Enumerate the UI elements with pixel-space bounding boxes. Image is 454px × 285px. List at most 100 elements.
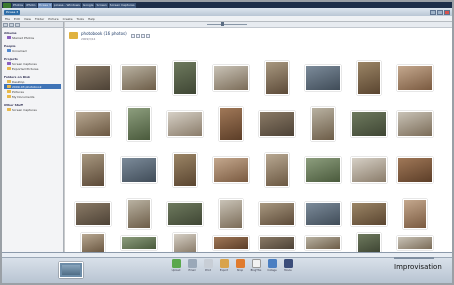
photo-thumbnail[interactable] — [81, 233, 105, 253]
photo-thumbnail[interactable] — [219, 107, 243, 141]
minimize-button[interactable] — [430, 9, 436, 15]
folder-icon — [69, 32, 78, 39]
photo-thumbnail[interactable] — [259, 236, 295, 250]
folder-row[interactable]: My Documents — [4, 94, 61, 99]
folder-row[interactable]: Starred Photos — [4, 35, 61, 40]
photo-thumbnail[interactable] — [397, 65, 433, 91]
photo-thumbnail[interactable] — [219, 199, 243, 229]
photo-thumbnail[interactable] — [127, 199, 151, 229]
close-button[interactable] — [444, 9, 450, 15]
menu-folder[interactable]: Folder — [35, 17, 44, 21]
taskbar-item[interactable]: iPhoto — [25, 2, 37, 8]
photo-thumbnail[interactable] — [173, 233, 197, 253]
start-button[interactable] — [3, 2, 11, 8]
email-icon — [187, 259, 197, 268]
add-button[interactable] — [3, 22, 8, 27]
export-tool[interactable]: Export — [218, 259, 230, 277]
photo-thumbnail[interactable] — [305, 157, 341, 183]
photo-thumbnail[interactable] — [173, 153, 197, 187]
menu-edit[interactable]: Edit — [14, 17, 20, 21]
upload-tool[interactable]: Upload — [170, 259, 182, 277]
photo-thumbnail[interactable] — [213, 157, 249, 183]
tree-view-button[interactable] — [9, 22, 14, 27]
blog-tool[interactable]: BlogThis — [250, 259, 262, 277]
photo-thumbnail[interactable] — [265, 153, 289, 187]
folder-row[interactable]: Exported Pictures — [4, 66, 61, 71]
taskbar-item[interactable]: Screen — [95, 2, 108, 8]
photo-thumbnail[interactable] — [403, 199, 427, 229]
photo-thumbnail[interactable] — [213, 65, 249, 91]
photo-thumbnail[interactable] — [397, 236, 433, 250]
photo-thumbnail[interactable] — [305, 236, 341, 250]
shop-tool[interactable]: Shop — [234, 259, 246, 277]
thumbnail-size-slider[interactable] — [207, 22, 247, 27]
photo-thumbnail[interactable] — [305, 65, 341, 91]
folder-header: photobook (16 photos) 2009/3/14 — [65, 28, 452, 43]
photo-thumbnail[interactable] — [351, 202, 387, 226]
photo-thumbnail[interactable] — [305, 202, 341, 226]
photo-thumbnail[interactable] — [75, 65, 111, 91]
share-button[interactable] — [135, 33, 140, 38]
folder-icon — [7, 67, 11, 70]
email-tool[interactable]: Email — [186, 259, 198, 277]
photo-thumbnail[interactable] — [397, 157, 433, 183]
folder-row[interactable]: Unnamed — [4, 48, 61, 53]
play-slideshow-button[interactable] — [130, 33, 135, 38]
folder-icon — [7, 108, 11, 111]
panel-section-projects: Projects Screen Captures Exported Pictur… — [2, 54, 63, 72]
panel-section-albums: Albums Starred Photos — [2, 28, 63, 41]
taskbar-item-active[interactable]: Picasa 3 — [37, 2, 52, 8]
photo-thumbnail[interactable] — [351, 157, 387, 183]
folder-title: photobook (16 photos) — [81, 30, 127, 36]
photo-thumbnail[interactable] — [75, 202, 111, 226]
taskbar-item[interactable]: Google — [81, 2, 95, 8]
menu-help[interactable]: Help — [88, 17, 95, 21]
menu-picture[interactable]: Picture — [48, 17, 58, 21]
zoom-slider[interactable] — [394, 257, 434, 259]
slider-knob[interactable] — [221, 22, 224, 27]
photo-thumbnail[interactable] — [357, 233, 381, 253]
folder-icon — [7, 85, 11, 88]
edit-description-button[interactable] — [145, 33, 150, 38]
photo-thumbnail[interactable] — [121, 65, 157, 91]
caption-text: Improvisation — [394, 263, 442, 271]
folder-icon — [7, 62, 11, 65]
upload-button[interactable] — [140, 33, 145, 38]
person-icon — [7, 49, 11, 52]
photo-thumbnail[interactable] — [121, 157, 157, 183]
photo-thumbnail[interactable] — [259, 111, 295, 137]
maximize-button[interactable] — [437, 9, 443, 15]
photo-thumbnail[interactable] — [397, 111, 433, 137]
photo-thumbnail[interactable] — [167, 111, 203, 137]
photo-thumbnail[interactable] — [167, 202, 203, 226]
movie-tool[interactable]: Movie — [282, 259, 294, 277]
photo-thumbnail[interactable] — [259, 202, 295, 226]
photo-thumbnail[interactable] — [75, 111, 111, 137]
folder-icon — [7, 80, 11, 83]
photo-thumbnail[interactable] — [265, 61, 289, 95]
photo-thumbnail[interactable] — [173, 61, 197, 95]
folder-label: Exported Pictures — [12, 66, 39, 71]
photo-thumbnail[interactable] — [127, 107, 151, 141]
print-tool[interactable]: Print — [202, 259, 214, 277]
photo-thumbnail[interactable] — [357, 61, 381, 95]
menu-view[interactable]: View — [24, 17, 31, 21]
photo-thumbnail[interactable] — [311, 107, 335, 141]
collage-tool[interactable]: Collage — [266, 259, 278, 277]
menu-create[interactable]: Create — [63, 17, 73, 21]
folder-icon — [7, 90, 11, 93]
taskbar-item[interactable]: picasa - Windows — [52, 2, 81, 8]
photo-thumbnail[interactable] — [351, 111, 387, 137]
menu-file[interactable]: File — [5, 17, 10, 21]
flat-view-button[interactable] — [15, 22, 20, 27]
folder-row[interactable]: Screen Captures — [4, 107, 61, 112]
selected-photo-thumbnail[interactable] — [59, 262, 83, 278]
blog-icon — [251, 259, 261, 268]
taskbar-item[interactable]: Photos — [12, 2, 25, 8]
tool-label: Movie — [284, 269, 292, 272]
menu-tools[interactable]: Tools — [77, 17, 84, 21]
photo-thumbnail[interactable] — [213, 236, 249, 250]
photo-thumbnail[interactable] — [121, 236, 157, 250]
taskbar-item[interactable]: Screen Captures — [108, 2, 136, 8]
photo-thumbnail[interactable] — [81, 153, 105, 187]
